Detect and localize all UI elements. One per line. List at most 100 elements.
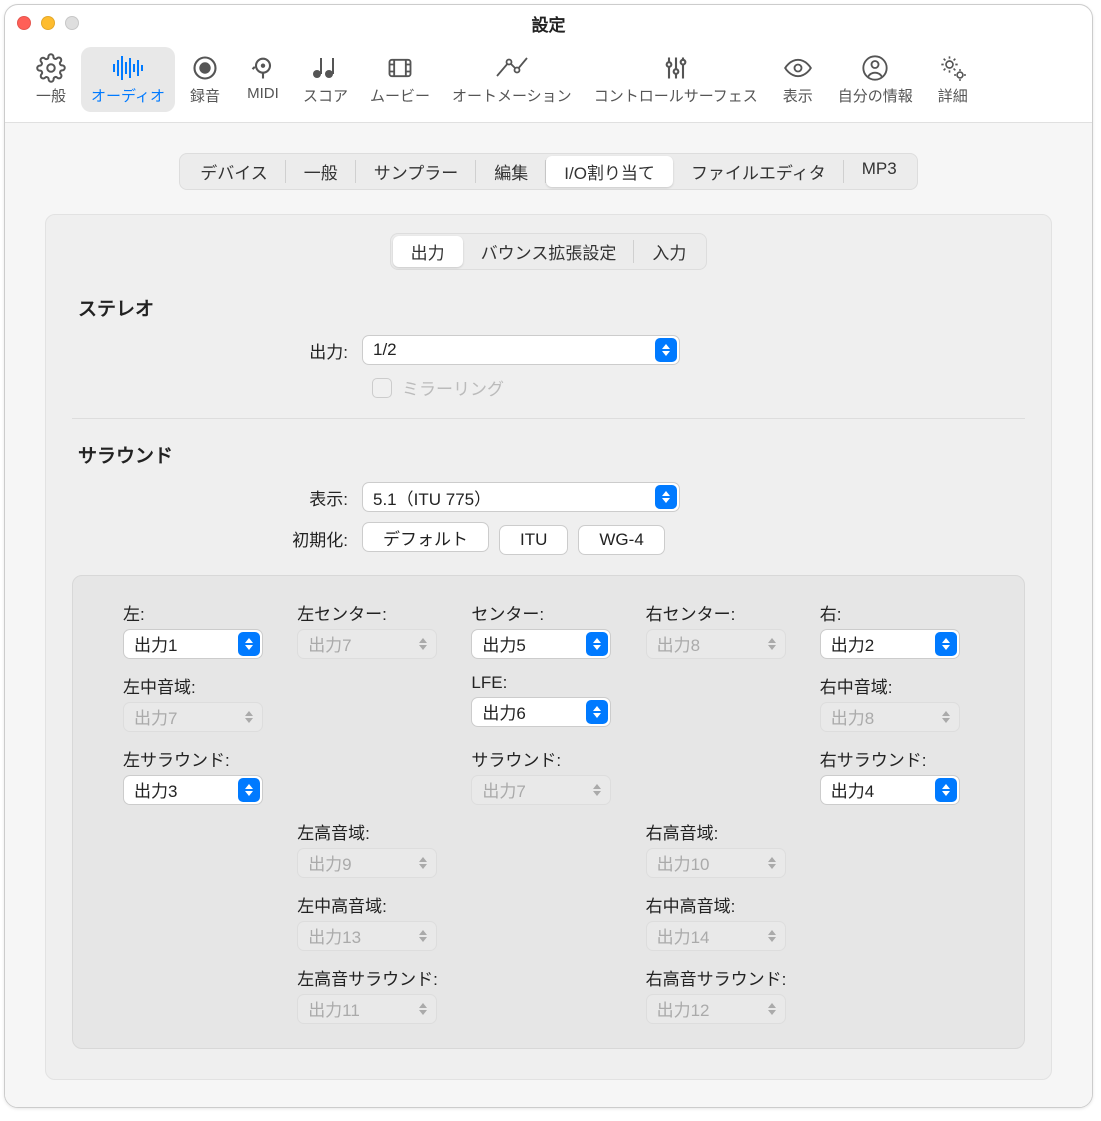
channel-label: 左中音域:	[123, 673, 277, 698]
score-icon	[307, 53, 343, 83]
sub-tab[interactable]: 編集	[476, 156, 546, 187]
popup-arrows-icon	[935, 632, 957, 656]
toolbar-item-person[interactable]: 自分の情報	[828, 47, 923, 112]
channel-lc: 左センター: 出力7	[297, 600, 451, 659]
sub-tabs: デバイス一般サンプラー編集I/O割り当てファイルエディタMP3	[179, 153, 917, 190]
channel-lfe: LFE: 出力6	[471, 673, 625, 732]
channel-label: 右センター:	[646, 600, 800, 625]
stereo-output-value: 1/2	[373, 340, 397, 360]
channel-center: センター: 出力5	[471, 600, 625, 659]
channel-popup-lmid: 出力7	[123, 702, 263, 732]
io-tab[interactable]: 入力	[634, 236, 704, 267]
sub-tab[interactable]: サンプラー	[356, 156, 477, 187]
surround-display-value: 5.1（ITU 775）	[373, 485, 491, 510]
channel-lhi: 左高音域: 出力9	[297, 819, 451, 878]
toolbar-item-eye[interactable]: 表示	[770, 47, 826, 112]
channel-label: 右:	[820, 600, 974, 625]
popup-arrows-icon	[655, 338, 677, 362]
channel-lmidhi: 左中高音域: 出力13	[297, 892, 451, 951]
sub-tab[interactable]: ファイルエディタ	[673, 156, 844, 187]
channel-rsur: 右サラウンド: 出力4	[820, 746, 974, 805]
surround-init-label: 初期化:	[72, 526, 362, 551]
channel-value: 出力2	[831, 631, 874, 656]
channel-rmidhi: 右中高音域: 出力14	[646, 892, 800, 951]
channel-label: 左中高音域:	[297, 892, 451, 917]
channel-label: 左サラウンド:	[123, 746, 277, 771]
gears-icon	[935, 53, 971, 83]
init-button[interactable]: デフォルト	[362, 522, 489, 552]
channel-label: センター:	[471, 600, 625, 625]
channel-left: 左: 出力1	[123, 600, 277, 659]
popup-arrows-icon	[935, 705, 957, 729]
popup-arrows-icon	[655, 485, 677, 509]
channel-value: 出力9	[308, 850, 351, 875]
channel-popup-lhi: 出力9	[297, 848, 437, 878]
toolbar-item-movie[interactable]: ムービー	[360, 47, 440, 112]
toolbar-item-automation[interactable]: オートメーション	[442, 47, 582, 112]
sub-tab[interactable]: MP3	[844, 156, 915, 187]
popup-arrows-icon	[412, 924, 434, 948]
channel-value: 出力6	[482, 699, 525, 724]
toolbar-item-sliders[interactable]: コントロールサーフェス	[584, 47, 768, 112]
popup-arrows-icon	[238, 705, 260, 729]
channel-value: 出力1	[134, 631, 177, 656]
surround-display-popup[interactable]: 5.1（ITU 775）	[362, 482, 680, 512]
mirroring-label: ミラーリング	[402, 375, 504, 400]
init-button[interactable]: WG-4	[578, 525, 664, 555]
channel-popup-rc: 出力8	[646, 629, 786, 659]
channel-popup-lmidhi: 出力13	[297, 921, 437, 951]
io-tab[interactable]: バウンス拡張設定	[463, 236, 635, 267]
channel-label: 左センター:	[297, 600, 451, 625]
toolbar-label: ムービー	[370, 85, 430, 106]
stereo-output-popup[interactable]: 1/2	[362, 335, 680, 365]
channel-popup-center[interactable]: 出力5	[471, 629, 611, 659]
automation-icon	[494, 53, 530, 83]
titlebar: 設定	[5, 5, 1092, 41]
settings-window: 設定 一般オーディオ録音MIDIスコアムービーオートメーションコントロールサーフ…	[4, 4, 1093, 1108]
toolbar-item-record[interactable]: 録音	[177, 47, 233, 112]
channel-label: 右サラウンド:	[820, 746, 974, 771]
toolbar-label: スコア	[303, 85, 348, 106]
toolbar-label: 詳細	[938, 85, 968, 106]
toolbar: 一般オーディオ録音 MIDI スコア ムービーオートメーションコントロールサーフェス表…	[5, 41, 1092, 123]
toolbar-item-gear[interactable]: 一般	[23, 47, 79, 112]
popup-arrows-icon	[412, 632, 434, 656]
channel-popup-rhisur: 出力12	[646, 994, 786, 1024]
popup-arrows-icon	[761, 851, 783, 875]
surround-display-label: 表示:	[72, 485, 362, 510]
channel-value: 出力5	[482, 631, 525, 656]
toolbar-label: 自分の情報	[838, 85, 913, 106]
divider	[72, 418, 1025, 419]
channel-label: サラウンド:	[471, 746, 625, 771]
sub-tab[interactable]: デバイス	[182, 156, 286, 187]
popup-arrows-icon	[761, 997, 783, 1021]
channel-popup-lfe[interactable]: 出力6	[471, 697, 611, 727]
popup-arrows-icon	[412, 997, 434, 1021]
popup-arrows-icon	[412, 851, 434, 875]
toolbar-item-audio[interactable]: オーディオ	[81, 47, 175, 112]
channel-lhisur: 左高音サラウンド: 出力11	[297, 965, 451, 1024]
channel-popup-rmidhi: 出力14	[646, 921, 786, 951]
channel-popup-right[interactable]: 出力2	[820, 629, 960, 659]
channel-popup-left[interactable]: 出力1	[123, 629, 263, 659]
toolbar-item-score[interactable]: スコア	[293, 47, 358, 112]
sub-tab[interactable]: 一般	[286, 156, 356, 187]
gear-icon	[33, 53, 69, 83]
channel-popup-rsur[interactable]: 出力4	[820, 775, 960, 805]
audio-icon	[110, 53, 146, 83]
channel-value: 出力10	[657, 850, 710, 875]
popup-arrows-icon	[761, 632, 783, 656]
channel-popup-lsur[interactable]: 出力3	[123, 775, 263, 805]
init-button[interactable]: ITU	[499, 525, 568, 555]
toolbar-label: 録音	[190, 85, 220, 106]
channel-lmid: 左中音域: 出力7	[123, 673, 277, 732]
toolbar-item-midi[interactable]: MIDI	[235, 47, 291, 108]
sub-tab[interactable]: I/O割り当て	[546, 156, 673, 187]
io-tab[interactable]: 出力	[393, 236, 463, 267]
mirroring-checkbox	[372, 378, 392, 398]
section-surround: サラウンド	[78, 441, 1025, 468]
channel-value: 出力4	[831, 777, 874, 802]
popup-arrows-icon	[935, 778, 957, 802]
sliders-icon	[658, 53, 694, 83]
toolbar-item-gears[interactable]: 詳細	[925, 47, 981, 112]
